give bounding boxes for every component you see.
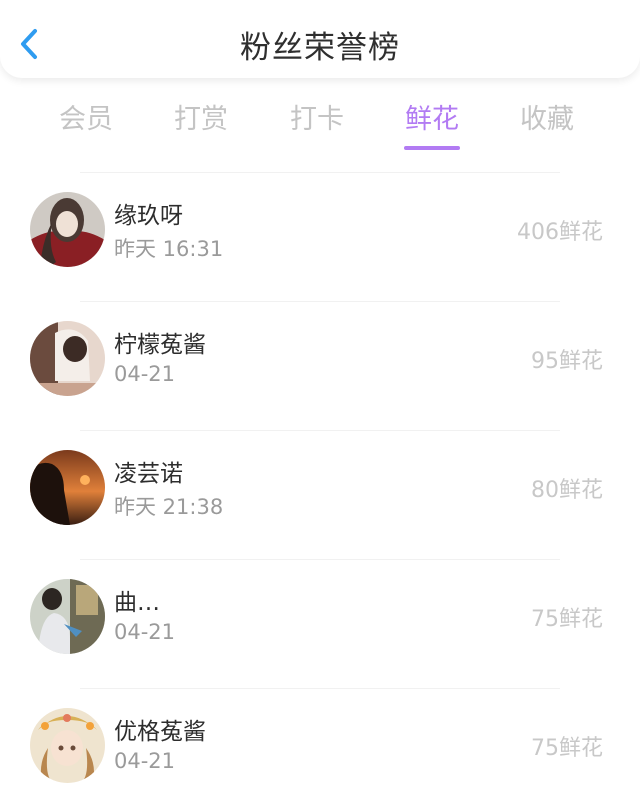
fan-honor-page: 粉丝荣誉榜 会员 打赏 打卡 鲜花 收藏 缘玖呀 昨天 16:31 406鲜花: [0, 0, 640, 811]
flower-count: 75鲜花: [531, 607, 603, 632]
flower-count: 406鲜花: [517, 220, 603, 245]
fan-name: 缘玖呀: [114, 203, 183, 229]
tab-members[interactable]: 会员: [36, 97, 136, 136]
tab-checkin[interactable]: 打卡: [267, 97, 367, 136]
fan-time: 04-21: [114, 620, 176, 644]
flower-count: 80鲜花: [531, 478, 603, 503]
top-bar: 粉丝荣誉榜: [0, 0, 640, 78]
fan-name: 柠檬菟酱: [114, 332, 206, 358]
avatar: [30, 192, 105, 267]
tab-flowers[interactable]: 鲜花: [382, 97, 482, 136]
fan-row[interactable]: 优格菟酱 04-21 75鲜花: [0, 688, 640, 811]
tab-tips[interactable]: 打赏: [151, 97, 251, 136]
active-tab-indicator: [404, 146, 460, 150]
fan-time: 04-21: [114, 749, 176, 773]
fan-name: 优格菟酱: [114, 719, 206, 745]
avatar: [30, 321, 105, 396]
fan-time: 04-21: [114, 362, 176, 386]
flower-count: 95鲜花: [531, 349, 603, 374]
tab-favorites[interactable]: 收藏: [497, 97, 597, 136]
fan-name: 凌芸诺: [114, 461, 183, 487]
page-title: 粉丝荣誉榜: [240, 30, 400, 66]
avatar: [30, 579, 105, 654]
fan-time: 昨天 21:38: [114, 495, 224, 519]
fan-time: 昨天 16:31: [114, 237, 224, 261]
fan-row[interactable]: 凌芸诺 昨天 21:38 80鲜花: [0, 430, 640, 559]
flower-count: 75鲜花: [531, 736, 603, 761]
tab-bar: 会员 打赏 打卡 鲜花 收藏: [30, 97, 605, 157]
fan-row[interactable]: 曲… 04-21 75鲜花: [0, 559, 640, 688]
fan-row[interactable]: 柠檬菟酱 04-21 95鲜花: [0, 301, 640, 430]
fan-row[interactable]: 缘玖呀 昨天 16:31 406鲜花: [0, 172, 640, 301]
avatar: [30, 450, 105, 525]
avatar: [30, 708, 105, 783]
fan-name: 曲…: [114, 590, 160, 616]
